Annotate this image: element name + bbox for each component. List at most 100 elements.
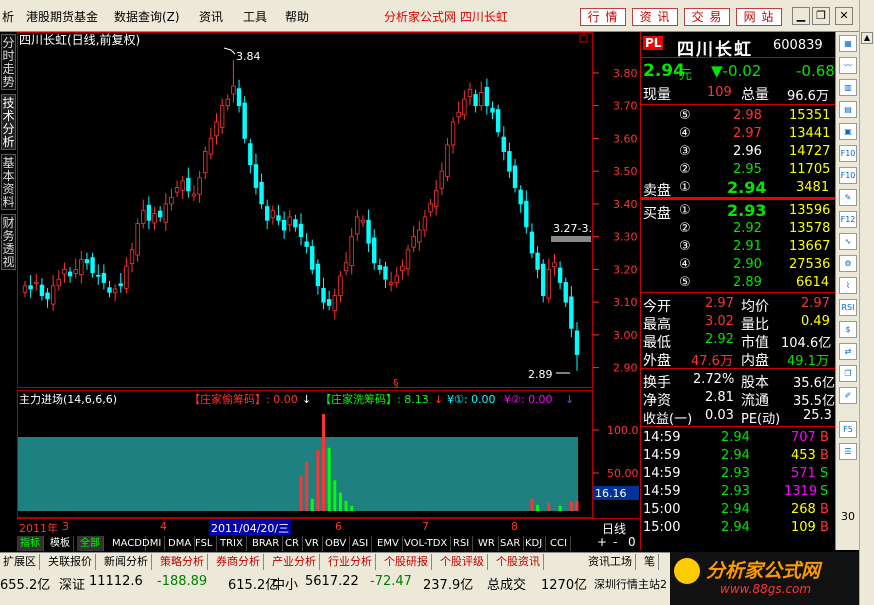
candle-body: [433, 190, 439, 207]
tab-industry-chain[interactable]: 产业分析: [269, 554, 320, 570]
table-icon[interactable]: ▣: [839, 123, 857, 140]
ind-tab-obv[interactable]: OBV: [322, 536, 351, 551]
website-button[interactable]: 网 站: [736, 8, 782, 26]
f12-icon[interactable]: F12: [839, 211, 857, 228]
f5-icon[interactable]: F5: [839, 421, 857, 438]
copy-icon[interactable]: ❐: [839, 365, 857, 382]
price-tick-label: 3.70: [613, 100, 638, 113]
candle-body: [422, 216, 428, 231]
tool-icon[interactable]: ✎: [839, 189, 857, 206]
ind-tab-asi[interactable]: ASI: [349, 536, 373, 551]
menu-item-info[interactable]: 资讯: [199, 8, 223, 25]
line-icon[interactable]: 〰: [839, 57, 857, 74]
tab-stock-research[interactable]: 个股研报: [381, 554, 432, 570]
kline-chart[interactable]: 四川长虹(日线,前复权) 3.80 3.70 3.60 3.50 3.40 3.30 3.2…: [17, 32, 639, 518]
ind-tab-sar[interactable]: SAR: [497, 536, 525, 551]
trade-button[interactable]: 交 易: [684, 8, 730, 26]
tab-stock-rating[interactable]: 个股评级: [437, 554, 488, 570]
price-change: ▼-0.02: [711, 62, 762, 80]
news-button[interactable]: 资 讯: [632, 8, 678, 26]
period-30-label[interactable]: 30: [839, 509, 857, 526]
zoom-reset-button[interactable]: 0: [628, 535, 636, 549]
high-value: 3.02: [705, 314, 734, 329]
tab-technical[interactable]: 技术分析: [1, 94, 16, 150]
indicator-bar: [547, 502, 551, 511]
split-icon[interactable]: $: [839, 321, 857, 338]
candle-body: [84, 259, 90, 264]
tab-notes[interactable]: 笔: [641, 554, 659, 570]
candle-body: [372, 237, 377, 264]
candle-body: [490, 107, 495, 113]
f10-icon[interactable]: F10: [839, 145, 857, 162]
tab-financial[interactable]: 财务透视: [1, 214, 16, 270]
scrollbar[interactable]: ▲: [859, 0, 874, 605]
kline-icon[interactable]: ▥: [839, 79, 857, 96]
date-apr: 4: [160, 520, 167, 533]
bar-icon[interactable]: ▤: [839, 101, 857, 118]
rsi-icon[interactable]: RSI: [839, 299, 857, 316]
menu-item-hk-futures[interactable]: 港股期货基金: [26, 8, 98, 25]
date-aug: 8: [511, 520, 518, 533]
ind-tab-indicator[interactable]: 指标: [17, 536, 44, 551]
ind-tab-dmi[interactable]: DMI: [139, 536, 166, 551]
menu-item-help[interactable]: 帮助: [285, 8, 309, 25]
ind-tab-trix[interactable]: TRIX: [217, 536, 247, 551]
tab-news-analysis[interactable]: 新闻分析: [101, 554, 152, 570]
tab-broker-analysis[interactable]: 券商分析: [213, 554, 264, 570]
zoom-in-button[interactable]: +: [597, 535, 607, 549]
menu-item-analysis[interactable]: 析: [2, 8, 14, 25]
ind-tab-wr[interactable]: WR: [475, 536, 499, 551]
ind-tick-100: 100.0: [607, 424, 639, 437]
restore-button[interactable]: ❐: [812, 7, 830, 25]
tab-sector-analysis[interactable]: 行业分析: [325, 554, 376, 570]
indicator-bar: [310, 498, 314, 511]
wave-icon[interactable]: ∿: [839, 233, 857, 250]
indicator-bar: [322, 414, 326, 511]
tab-related-quote[interactable]: 关联报价: [45, 554, 96, 570]
ind-tab-vr[interactable]: VR: [302, 536, 323, 551]
list-icon[interactable]: ☰: [839, 443, 857, 460]
chart-icon[interactable]: ▦: [839, 35, 857, 52]
ind-tab-cci[interactable]: CCI: [547, 536, 571, 551]
ind-tab-dma[interactable]: DMA: [165, 536, 196, 551]
tab-extension[interactable]: 扩展区: [0, 554, 40, 570]
ind-tab-emv[interactable]: EMV: [374, 536, 403, 551]
tab-intraday[interactable]: 分时走势: [1, 34, 16, 90]
edit-icon[interactable]: ✐: [839, 387, 857, 404]
ind-tab-rsi[interactable]: RSI: [450, 536, 474, 551]
graph-icon[interactable]: ⌇: [839, 277, 857, 294]
f10-icon-2[interactable]: F10: [839, 167, 857, 184]
ind-tab-brar[interactable]: BRAR: [249, 536, 284, 551]
tool2-icon[interactable]: ⚙: [839, 255, 857, 272]
ind-tab-fsl[interactable]: FSL: [192, 536, 217, 551]
close-button[interactable]: ✕: [835, 7, 853, 25]
switch-icon[interactable]: ⇄: [839, 343, 857, 360]
ind-tab-all[interactable]: 全部: [77, 536, 104, 551]
candle-body: [473, 94, 478, 107]
sell4-price: 2.97: [733, 126, 762, 141]
candle-body: [157, 210, 163, 218]
zoom-out-button[interactable]: -: [613, 535, 617, 549]
pe-value: 25.3: [803, 408, 832, 423]
box-label: 3.27-3.: [553, 222, 592, 235]
ind-tab-kdj[interactable]: KDJ: [522, 536, 547, 551]
ind-tab-cr[interactable]: CR: [282, 536, 303, 551]
price-unit: 元: [679, 68, 693, 83]
candle-body: [326, 299, 332, 306]
tick-time: 14:59: [643, 484, 681, 499]
ind-tab-vol-tdx[interactable]: VOL-TDX: [401, 536, 452, 551]
brand-logo-icon: [674, 558, 700, 584]
tab-stock-news[interactable]: 个股资讯: [493, 554, 544, 570]
scroll-up-icon[interactable]: ▲: [861, 32, 873, 44]
tab-profile[interactable]: 基本资料: [1, 154, 16, 210]
quote-button[interactable]: 行 情: [580, 8, 626, 26]
tab-strategy-analysis[interactable]: 策略分析: [157, 554, 208, 570]
menu-item-data-query[interactable]: 数据查询(Z): [114, 8, 180, 25]
menu-item-tools[interactable]: 工具: [243, 8, 267, 25]
indicator-bar: [327, 447, 331, 511]
ind-tab-template[interactable]: 模板: [47, 536, 74, 551]
candle-body: [298, 223, 304, 238]
minimize-button[interactable]: ▁: [792, 7, 810, 25]
candle-body: [50, 285, 56, 305]
tab-news-workshop[interactable]: 资讯工场: [585, 554, 636, 570]
